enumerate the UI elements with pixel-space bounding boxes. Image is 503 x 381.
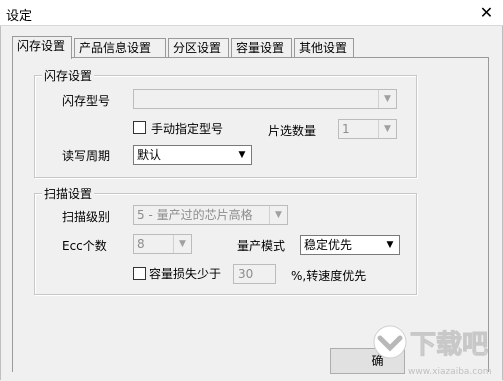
chip-count-value: 1: [342, 122, 350, 136]
window-title: 设定: [6, 9, 33, 24]
tab-product-info[interactable]: 产品信息设置: [74, 38, 166, 58]
tab-other-settings[interactable]: 其他设置: [294, 38, 354, 58]
mp-mode-combo[interactable]: 稳定优先 ▼: [300, 235, 400, 255]
watermark-logo: 下载吧 www.xiazaiba.com: [368, 318, 498, 378]
rw-cycle-label: 读写周期: [62, 149, 111, 163]
tab-partition-settings[interactable]: 分区设置: [168, 38, 229, 58]
xiazaiba-logo-icon: 下载吧 www.xiazaiba.com: [373, 325, 492, 377]
mp-mode-value: 稳定优先: [304, 238, 353, 252]
chevron-down-icon: ▼: [378, 90, 396, 108]
rw-cycle-combo[interactable]: 默认 ▼: [133, 145, 252, 165]
tab-flash-settings[interactable]: 闪存设置: [12, 36, 72, 59]
scan-level-value: 5 - 量产过的芯片高格: [137, 208, 253, 222]
chip-count-label: 片选数量: [268, 124, 317, 138]
capacity-loss-checkbox[interactable]: [133, 267, 146, 280]
svg-text:下载吧: 下载吧: [410, 330, 488, 360]
chevron-down-icon: ▼: [378, 120, 396, 138]
ecc-label: Ecc个数: [62, 239, 107, 253]
chevron-down-icon: ▼: [386, 240, 394, 250]
flash-group-title: 闪存设置: [42, 67, 95, 84]
capacity-loss-label: 容量损失少于: [149, 267, 222, 281]
close-button[interactable]: ✕: [470, 0, 503, 26]
svg-text:www.xiazaiba.com: www.xiazaiba.com: [408, 367, 492, 377]
chevron-down-icon: ▼: [269, 206, 287, 224]
tab-capacity-settings[interactable]: 容量设置: [231, 38, 292, 58]
manual-type-checkbox[interactable]: [133, 121, 146, 134]
ecc-value: 8: [137, 237, 145, 251]
flash-type-combo[interactable]: ▼: [133, 89, 397, 109]
ecc-combo[interactable]: 8 ▼: [133, 234, 192, 254]
close-icon: ✕: [479, 3, 494, 22]
flash-type-label: 闪存型号: [62, 94, 111, 108]
title-bar: [0, 0, 503, 26]
manual-type-label: 手动指定型号: [151, 122, 224, 136]
chevron-down-icon: ▼: [238, 150, 246, 160]
chip-count-combo[interactable]: 1 ▼: [338, 119, 397, 139]
chevron-down-icon: ▼: [173, 235, 191, 253]
scan-group-title: 扫描设置: [42, 185, 95, 202]
scan-level-combo[interactable]: 5 - 量产过的芯片高格 ▼: [133, 205, 288, 225]
mp-mode-label: 量产模式: [237, 239, 286, 253]
speed-first-label: %,转速度优先: [291, 269, 367, 283]
capacity-loss-input[interactable]: 30: [233, 264, 276, 284]
rw-cycle-value: 默认: [137, 148, 162, 162]
scan-level-label: 扫描级别: [62, 210, 111, 224]
